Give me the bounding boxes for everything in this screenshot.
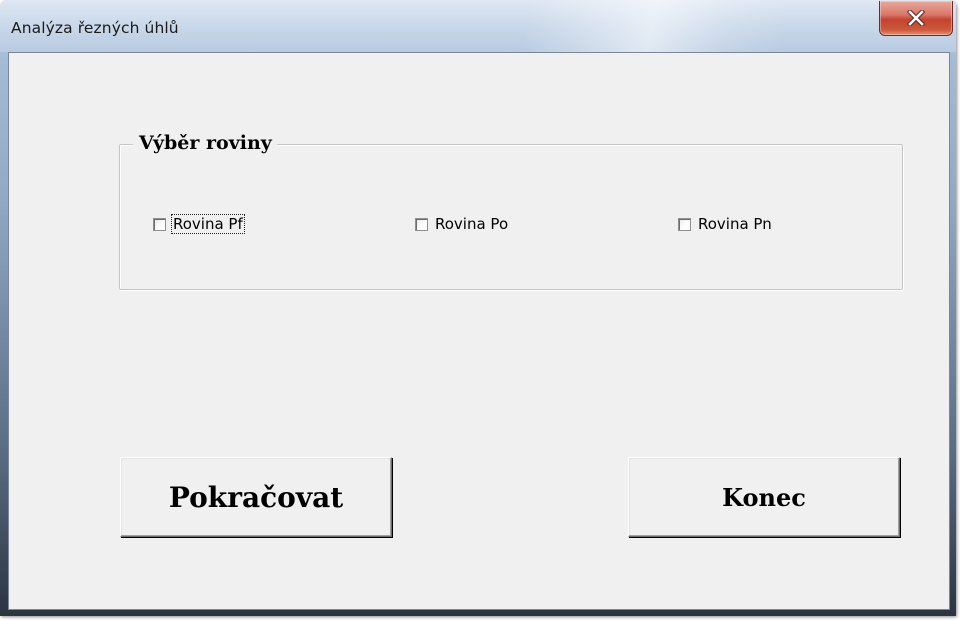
dialog-window: Analýza řezných úhlů Výběr roviny Rovina… bbox=[0, 0, 956, 616]
checkbox-box[interactable] bbox=[415, 217, 428, 231]
checkbox-rovina-po[interactable]: Rovina Po bbox=[415, 215, 509, 233]
continue-button[interactable]: Pokračovat bbox=[120, 457, 392, 537]
plane-selection-groupbox: Výběr roviny Rovina Pf Rovina Po Rovina … bbox=[119, 128, 903, 290]
checkbox-rovina-pf[interactable]: Rovina Pf bbox=[153, 214, 245, 234]
close-icon bbox=[907, 10, 925, 26]
checkbox-label-rovina-po[interactable]: Rovina Po bbox=[434, 215, 509, 233]
checkbox-label-rovina-pn[interactable]: Rovina Pn bbox=[697, 215, 773, 233]
dialog-client-area: Výběr roviny Rovina Pf Rovina Po Rovina … bbox=[8, 52, 950, 610]
checkbox-label-rovina-pf[interactable]: Rovina Pf bbox=[171, 214, 245, 234]
window-title: Analýza řezných úhlů bbox=[11, 19, 179, 37]
checkbox-box[interactable] bbox=[678, 217, 691, 231]
checkbox-rovina-pn[interactable]: Rovina Pn bbox=[678, 215, 773, 233]
end-button[interactable]: Konec bbox=[628, 457, 900, 537]
close-button[interactable] bbox=[879, 1, 953, 36]
plane-selection-legend: Výběr roviny bbox=[133, 128, 277, 158]
checkbox-box[interactable] bbox=[153, 217, 166, 231]
title-bar[interactable]: Analýza řezných úhlů bbox=[0, 0, 956, 52]
